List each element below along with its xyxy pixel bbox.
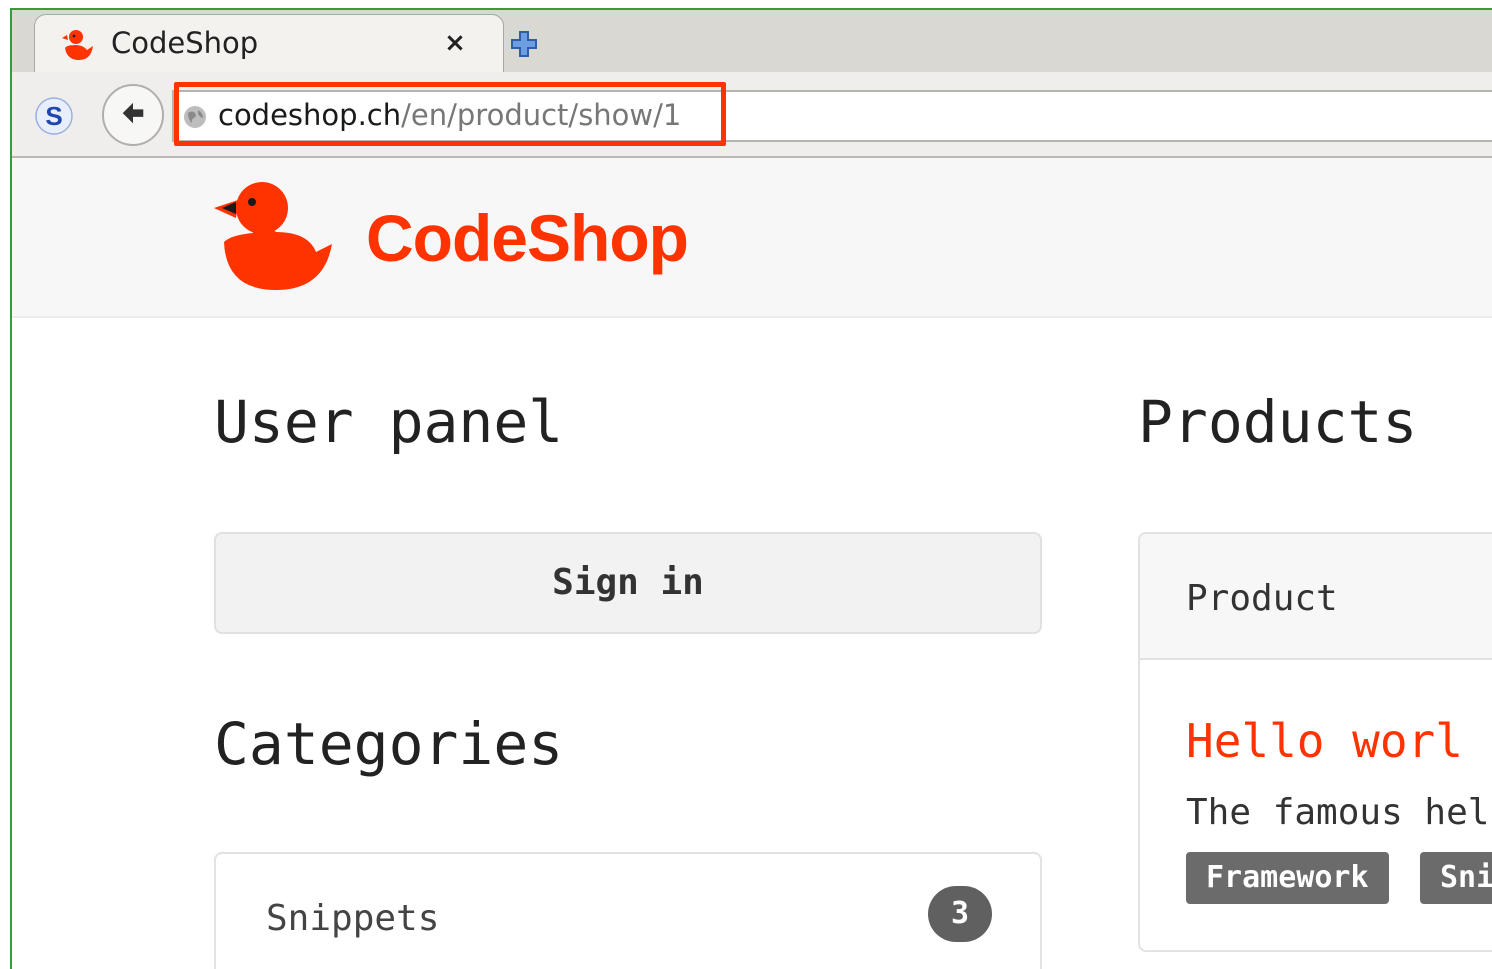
new-tab-icon[interactable] [506,26,542,62]
products-heading: Products [1138,388,1418,456]
duck-favicon-icon [62,30,93,60]
product-card-header-label: Product [1186,578,1338,619]
categories-heading: Categories [214,710,564,778]
product-tag-framework[interactable]: Framework [1186,852,1389,904]
extension-s-icon[interactable]: S [34,96,74,136]
product-name-link[interactable]: Hello worl [1186,714,1463,768]
sign-in-button[interactable]: Sign in [214,532,1042,634]
back-arrow-icon [122,102,144,124]
site-logo-text[interactable]: CodeShop [366,200,689,276]
product-tag-snippets[interactable]: Sni [1420,852,1492,904]
svg-text:S: S [45,101,62,131]
category-list: Snippets 3 [214,852,1042,969]
site-header: CodeShop [12,158,1492,318]
browser-tab[interactable]: CodeShop × [34,14,504,73]
product-card: Product Hello worl The famous hel Framew… [1138,532,1492,952]
user-panel-heading: User panel [214,388,564,456]
product-card-header: Product [1140,534,1492,660]
duck-logo-icon[interactable] [212,178,338,294]
category-item-label: Snippets [266,898,440,939]
url-highlight-box [174,82,726,146]
close-tab-icon[interactable]: × [437,25,473,61]
category-count-badge: 3 [928,886,992,942]
browser-window: CodeShop × S codeshop.ch/en/product/show… [10,8,1492,969]
tab-title: CodeShop [111,26,259,60]
product-description: The famous hel [1186,792,1490,833]
tab-strip: CodeShop × [12,10,1492,73]
back-button[interactable] [102,84,164,146]
